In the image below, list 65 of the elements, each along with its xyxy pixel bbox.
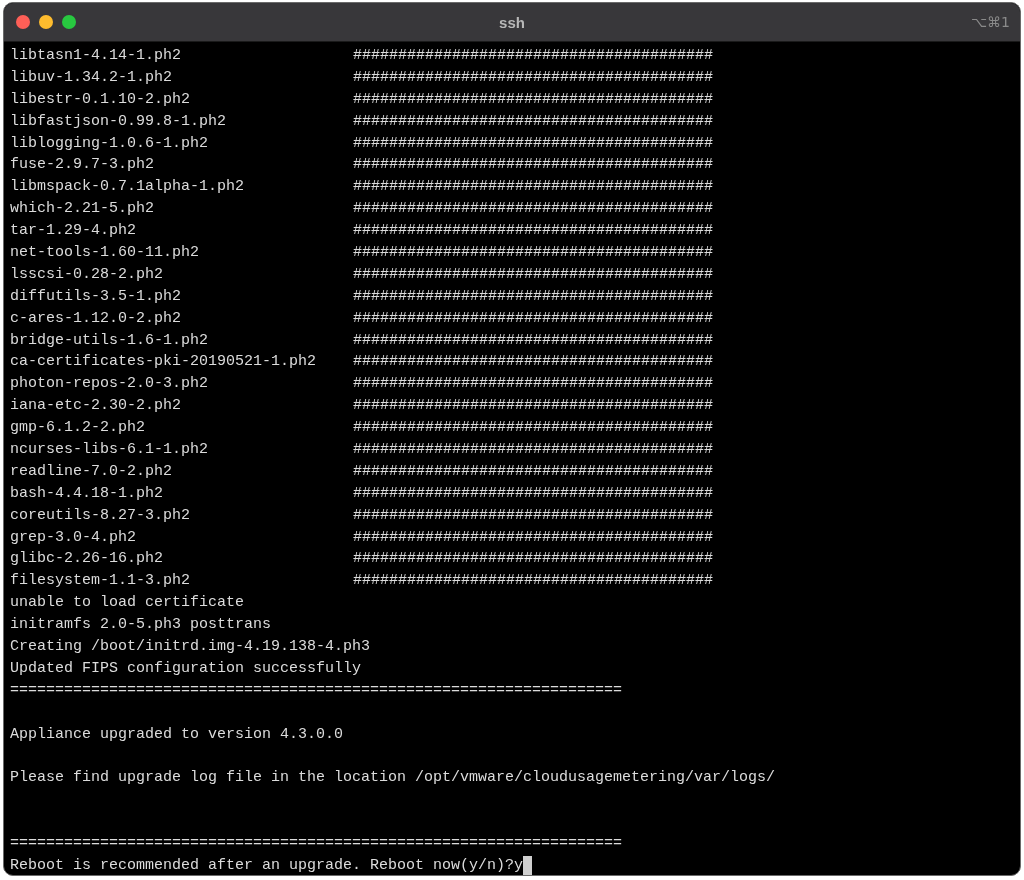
progress-hashes: ######################################## [352, 155, 713, 176]
package-name: net-tools-1.60-11.ph2 [10, 243, 201, 263]
close-button[interactable] [16, 15, 30, 29]
progress-hashes: ######################################## [352, 221, 713, 242]
package-name: grep-3.0-4.ph2 [10, 527, 138, 548]
progress-hashes: ######################################## [352, 527, 713, 548]
progress-hashes: ######################################## [352, 177, 713, 198]
progress-hashes: ######################################## [352, 89, 713, 110]
package-name: gmp-6.1.2-2.ph2 [10, 418, 147, 439]
progress-hashes: ######################################## [352, 199, 713, 220]
minimize-button[interactable] [39, 15, 53, 29]
progress-hashes: ######################################## [352, 461, 713, 482]
progress-hashes: ######################################## [352, 505, 713, 526]
package-name: libfastjson-0.99.8-1.ph2 [10, 111, 228, 132]
progress-hashes: ######################################## [352, 440, 713, 461]
output-line: unable to load certificate [10, 593, 245, 614]
package-name: lsscsi-0.28-2.ph2 [10, 264, 165, 285]
window-title: ssh [499, 13, 525, 31]
package-name: tar-1.29-4.ph2 [10, 221, 138, 242]
text-cursor [523, 856, 533, 875]
package-name: iana-etc-2.30-2.ph2 [10, 396, 183, 417]
progress-hashes: ######################################## [352, 418, 713, 439]
progress-hashes: ######################################## [352, 374, 713, 395]
package-name: coreutils-8.27-3.ph2 [10, 505, 192, 526]
output-line: Please find upgrade log file in the location /opt/vmware/cloudusagemetering/var/logs/ [10, 768, 776, 789]
output-line: ==================================================================== [10, 834, 623, 855]
progress-hashes: ######################################## [352, 264, 713, 285]
package-name: filesystem-1.1-3.ph2 [10, 571, 192, 592]
package-name: libtasn1-4.14-1.ph2 [10, 46, 183, 66]
progress-hashes: ######################################## [352, 330, 713, 351]
progress-hashes: ######################################## [352, 308, 713, 329]
progress-hashes: ######################################## [352, 46, 713, 66]
package-name: readline-7.0-2.ph2 [10, 461, 174, 482]
progress-hashes: ######################################## [352, 396, 713, 417]
progress-hashes: ######################################## [352, 133, 713, 154]
package-name: glibc-2.26-16.ph2 [10, 549, 165, 570]
output-line: Creating /boot/initrd.img-4.19.138-4.ph3 [10, 637, 371, 658]
package-name: diffutils-3.5-1.ph2 [10, 286, 183, 307]
progress-hashes: ######################################## [352, 352, 713, 373]
progress-hashes: ######################################## [352, 286, 713, 307]
progress-hashes: ######################################## [352, 111, 713, 132]
output-line: Updated FIPS configuration successfully [10, 658, 362, 679]
prompt-line: Reboot is recommended after an upgrade. Reboot now(y/n)?y [10, 855, 524, 875]
progress-hashes: ######################################## [352, 549, 713, 570]
progress-hashes: ######################################## [352, 67, 713, 88]
package-name: liblogging-1.0.6-1.ph2 [10, 133, 210, 154]
package-name: libestr-0.1.10-2.ph2 [10, 89, 192, 110]
progress-hashes: ######################################## [352, 483, 713, 504]
package-name: fuse-2.9.7-3.ph2 [10, 155, 156, 176]
package-name: which-2.21-5.ph2 [10, 199, 156, 220]
output-line: Appliance upgraded to version 4.3.0.0 [10, 724, 344, 745]
package-name: ncurses-libs-6.1-1.ph2 [10, 440, 210, 461]
progress-hashes: ######################################## [352, 571, 713, 592]
package-name: libuv-1.34.2-1.ph2 [10, 67, 174, 88]
zoom-button[interactable] [62, 15, 76, 29]
package-name: bridge-utils-1.6-1.ph2 [10, 330, 210, 351]
output-line: ==================================================================== [10, 680, 623, 701]
package-name: libmspack-0.7.1alpha-1.ph2 [10, 177, 246, 198]
progress-hashes: ######################################## [352, 243, 713, 263]
package-name: photon-repos-2.0-3.ph2 [10, 374, 210, 395]
shortcut-label: ⌥⌘1 [970, 14, 1011, 30]
output-line: initramfs 2.0-5.ph3 posttrans [10, 615, 272, 636]
package-name: ca-certificates-pki-20190521-1.ph2 [10, 352, 318, 373]
package-name: bash-4.4.18-1.ph2 [10, 483, 165, 504]
package-name: c-ares-1.12.0-2.ph2 [10, 308, 183, 329]
